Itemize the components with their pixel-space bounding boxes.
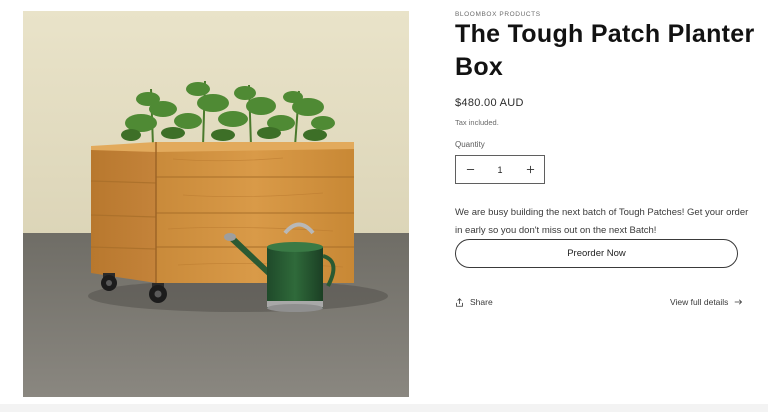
- plus-icon: [526, 165, 534, 174]
- minus-icon: [466, 169, 474, 170]
- quantity-label: Quantity: [455, 140, 485, 149]
- product-page: BLOOMBOX PRODUCTS The Tough Patch Plante…: [0, 0, 768, 412]
- view-full-details-label: View full details: [670, 297, 729, 307]
- share-icon: [456, 297, 463, 307]
- page-footer-edge: [0, 404, 768, 412]
- preorder-button[interactable]: Preorder Now: [455, 239, 738, 268]
- arrow-right-icon: [735, 299, 743, 305]
- share-label: Share: [470, 297, 493, 307]
- preorder-message: We are busy building the next batch of T…: [455, 207, 749, 236]
- view-full-details-link[interactable]: View full details: [670, 297, 743, 307]
- planter-photo-illustration: [23, 11, 409, 397]
- quantity-increase-button[interactable]: [516, 156, 544, 183]
- product-title: The Tough Patch Planter Box: [455, 20, 755, 81]
- vendor-name: BLOOMBOX PRODUCTS: [455, 11, 541, 18]
- tax-note: Tax included.: [455, 118, 499, 127]
- quantity-stepper: [455, 155, 545, 184]
- quantity-input[interactable]: [485, 164, 515, 175]
- share-button[interactable]: Share: [455, 297, 493, 307]
- quantity-decrease-button[interactable]: [456, 156, 484, 183]
- product-image[interactable]: [23, 11, 409, 397]
- product-price: $480.00 AUD: [455, 97, 524, 109]
